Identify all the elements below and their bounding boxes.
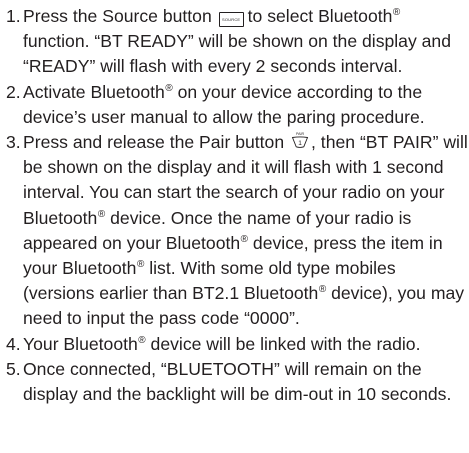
step-text: Once connected, “BLUETOOTH” will remain … — [23, 358, 452, 405]
step-text: to select Bluetooth — [247, 6, 393, 26]
step-text: Press the Source button — [23, 6, 212, 26]
step-text: function. “BT READY” will be shown on th… — [23, 31, 452, 77]
instructions-document: 1. Press the Source button SOURCE to sele… — [6, 4, 468, 407]
registered-mark: ® — [138, 334, 146, 346]
svg-text:1: 1 — [298, 140, 302, 147]
step-number: 5. — [6, 358, 21, 379]
step-text: Your Bluetooth — [23, 333, 138, 354]
registered-mark: ® — [240, 233, 249, 245]
step-text: Activate Bluetooth — [23, 81, 165, 102]
pair-button-icon: PAIR 1 — [291, 131, 309, 149]
step-2: 2. Activate Bluetooth® on your device ac… — [6, 80, 468, 130]
step-number: 4. — [6, 333, 21, 354]
step-1: 1. Press the Source button SOURCE to sele… — [6, 4, 468, 80]
pair-button-glyph: PAIR 1 — [291, 132, 309, 148]
step-text: device will be linked with the radio. — [145, 333, 421, 354]
pair-icon-label: PAIR — [296, 132, 305, 136]
step-4: 4. Your Bluetooth® device will be linked… — [6, 332, 468, 357]
source-button-icon: SOURCE — [218, 12, 244, 27]
steps-list: 1. Press the Source button SOURCE to sele… — [6, 4, 468, 407]
step-number: 1. — [6, 6, 21, 26]
step-number: 3. — [6, 132, 21, 153]
step-3: 3. Press and release the Pair button PAI… — [6, 130, 468, 332]
registered-mark: ® — [392, 7, 401, 18]
step-5: 5. Once connected, “BLUETOOTH” will rema… — [6, 357, 468, 407]
registered-mark: ® — [165, 82, 173, 94]
step-number: 2. — [6, 81, 21, 102]
step-text: Press and release the Pair button — [23, 132, 285, 153]
